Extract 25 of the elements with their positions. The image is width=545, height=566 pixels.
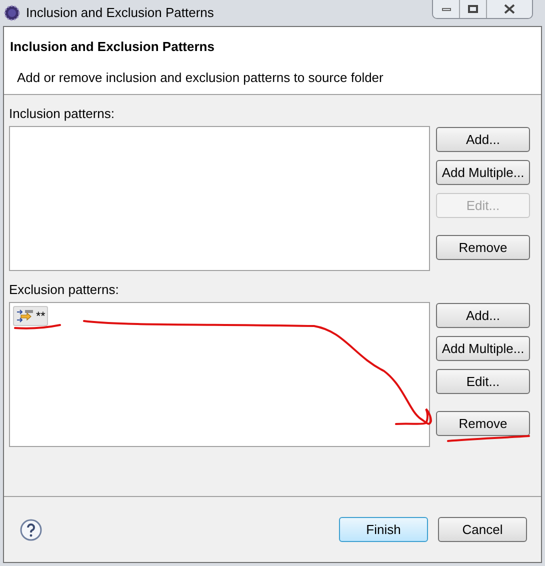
dialog-button[interactable]: Add Multiple...	[436, 160, 530, 185]
dialog-button[interactable]: Cancel	[438, 517, 527, 542]
pattern-text: **	[36, 308, 46, 325]
dialog-button[interactable]: Remove	[436, 411, 530, 436]
close-icon	[504, 4, 515, 14]
dialog-button[interactable]: Add...	[436, 127, 530, 152]
dialog-button[interactable]: Remove	[436, 235, 530, 260]
dialog-button[interactable]: Edit...	[436, 369, 530, 394]
minimize-button[interactable]	[433, 0, 460, 18]
section-label: Inclusion patterns:	[9, 105, 116, 123]
dialog-button[interactable]: Add...	[436, 303, 530, 328]
app-icon	[4, 5, 20, 21]
header-title: Inclusion and Exclusion Patterns	[10, 38, 216, 56]
dialog-button[interactable]: Add Multiple...	[436, 336, 530, 361]
pattern-entry[interactable]: **	[13, 306, 48, 326]
section-label: Exclusion patterns:	[9, 281, 120, 299]
dialog-button[interactable]: Finish	[339, 517, 428, 542]
header-description: Add or remove inclusion and exclusion patterns to source folder	[17, 68, 384, 87]
window-title: Inclusion and Exclusion Patterns	[26, 4, 214, 22]
maximize-button[interactable]	[460, 0, 487, 18]
underline-stroke	[14, 324, 61, 330]
exclusion-filter-icon	[16, 309, 34, 323]
pattern-list[interactable]: **	[9, 302, 430, 447]
close-button[interactable]	[487, 0, 532, 18]
help-icon[interactable]	[20, 518, 42, 540]
